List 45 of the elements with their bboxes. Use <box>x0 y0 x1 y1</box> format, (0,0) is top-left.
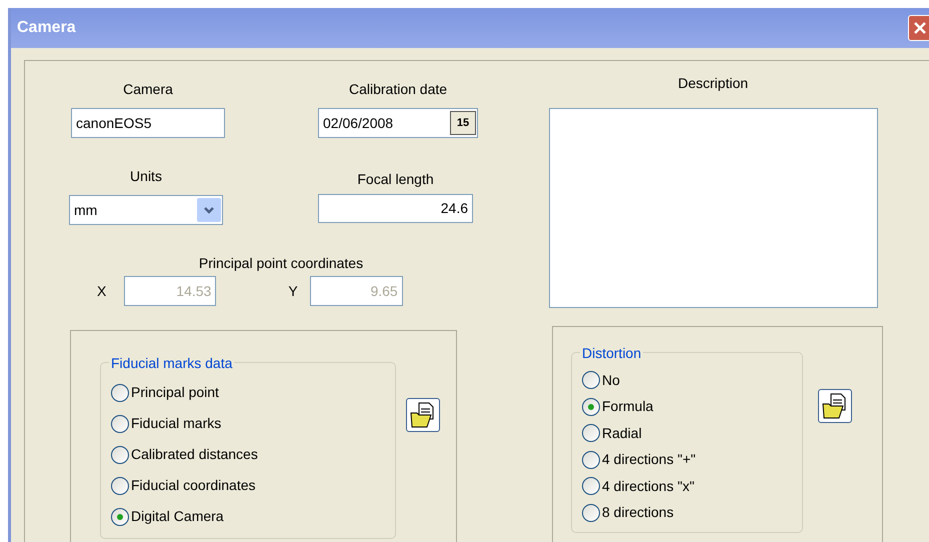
axis-label: X <box>97 282 106 300</box>
focal-length-field[interactable]: 24.6 <box>318 194 473 223</box>
radio-button[interactable] <box>111 384 129 402</box>
radio-button[interactable] <box>111 476 129 494</box>
radio-button[interactable] <box>582 398 600 416</box>
radio-label: No <box>602 370 620 390</box>
radio-label: Principal point <box>131 383 219 402</box>
open-file-button[interactable] <box>818 389 852 423</box>
field-label: Focal length <box>356 170 435 189</box>
group-label: Principal point coordinates <box>198 254 364 273</box>
radio-label: 8 directions <box>602 503 674 522</box>
field-label: Description <box>676 74 750 93</box>
axis-label: Y <box>288 282 298 300</box>
field-label: Camera <box>122 80 174 99</box>
units-dropdown[interactable]: mm <box>69 195 223 225</box>
radio-label: Fiducial coordinates <box>131 476 256 495</box>
radio-label: Fiducial marks <box>131 414 222 433</box>
radio-label: 4 directions "+" <box>602 450 696 470</box>
calendar-button[interactable]: 15 <box>450 111 476 135</box>
radio-label: Digital Camera <box>131 507 224 526</box>
radio-button[interactable] <box>582 371 600 390</box>
radio-button[interactable] <box>111 414 129 432</box>
window-title: Camera <box>17 18 76 38</box>
radio-label: 4 directions "x" <box>602 476 694 496</box>
camera-field[interactable]: canonEOS5 <box>71 108 225 138</box>
dropdown-value: mm <box>74 200 98 220</box>
radio-label: Formula <box>602 397 654 416</box>
close-icon <box>912 20 928 36</box>
field-value: 02/06/2008 <box>323 114 394 132</box>
open-file-button[interactable] <box>406 398 440 432</box>
close-button[interactable] <box>908 15 929 41</box>
radio-button[interactable] <box>582 450 600 469</box>
x-coordinate-field: 14.53 <box>124 276 216 306</box>
y-coordinate-field: 9.65 <box>310 276 403 306</box>
radio-button[interactable] <box>582 504 600 522</box>
radio-button[interactable] <box>111 446 129 464</box>
field-label: Units <box>129 167 163 186</box>
date-field[interactable]: 02/06/2008 15 <box>318 108 478 138</box>
description-field[interactable] <box>549 108 878 308</box>
field-label: Calibration date <box>348 80 448 99</box>
radio-button[interactable] <box>582 477 600 496</box>
radio-label: Radial <box>602 424 642 443</box>
radio-label: Calibrated distances <box>131 445 258 464</box>
radio-button[interactable] <box>111 508 129 526</box>
radio-button[interactable] <box>582 424 600 442</box>
